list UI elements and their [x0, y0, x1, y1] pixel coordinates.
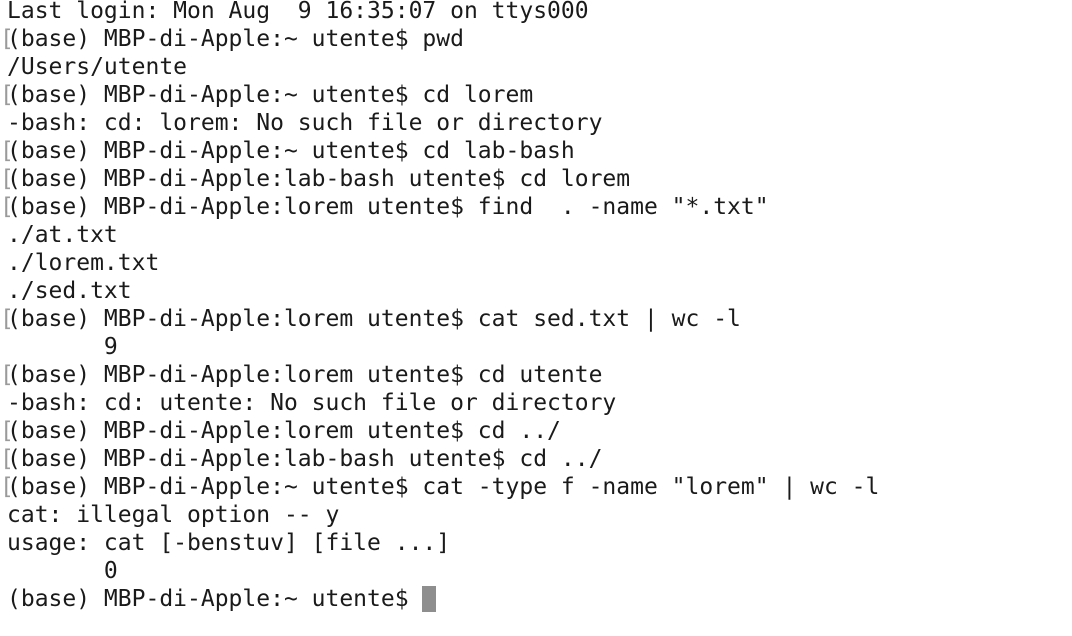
mark-bracket: [ — [0, 194, 14, 220]
line-text: 0 — [7, 558, 118, 584]
output-line: 0 — [7, 557, 1072, 585]
line-text: -bash: cd: lorem: No such file or direct… — [7, 110, 603, 136]
line-text: ./at.txt — [7, 222, 118, 248]
mark-bracket: [ — [0, 474, 14, 500]
command-line: [(base) MBP-di-Apple:lorem utente$ find … — [0, 193, 1072, 221]
command-line: [(base) MBP-di-Apple:~ utente$ cd lab-ba… — [0, 137, 1072, 165]
line-text: usage: cat [-benstuv] [file ...] — [7, 530, 451, 556]
output-line: ./lorem.txt — [7, 249, 1072, 277]
mark-bracket: [ — [0, 418, 14, 444]
output-line: -bash: cd: lorem: No such file or direct… — [7, 109, 1072, 137]
command-line: [(base) MBP-di-Apple:lorem utente$ cd ut… — [0, 361, 1072, 389]
line-text: Last login: Mon Aug 9 16:35:07 on ttys00… — [7, 0, 589, 24]
terminal-output: Last login: Mon Aug 9 16:35:07 on ttys00… — [0, 0, 1072, 613]
line-text: (base) MBP-di-Apple:lorem utente$ find .… — [7, 194, 769, 220]
mark-bracket: [ — [0, 362, 14, 388]
terminal-window[interactable]: Last login: Mon Aug 9 16:35:07 on ttys00… — [0, 0, 1072, 636]
output-line: cat: illegal option -- y — [7, 501, 1072, 529]
command-line: [(base) MBP-di-Apple:~ utente$ cat -type… — [0, 473, 1072, 501]
line-text: (base) MBP-di-Apple:lorem utente$ cat se… — [7, 306, 741, 332]
prompt-text: (base) MBP-di-Apple:~ utente$ — [7, 586, 423, 612]
mark-bracket: [ — [0, 26, 14, 52]
line-text: -bash: cd: utente: No such file or direc… — [7, 390, 617, 416]
output-line: -bash: cd: utente: No such file or direc… — [7, 389, 1072, 417]
line-text: (base) MBP-di-Apple:lorem utente$ cd ../ — [7, 418, 561, 444]
output-line: Last login: Mon Aug 9 16:35:07 on ttys00… — [7, 0, 1072, 25]
line-text: 9 — [7, 334, 118, 360]
line-text: (base) MBP-di-Apple:~ utente$ cd lorem — [7, 82, 534, 108]
mark-bracket: [ — [0, 166, 14, 192]
mark-bracket: [ — [0, 138, 14, 164]
command-line: [(base) MBP-di-Apple:lab-bash utente$ cd… — [0, 445, 1072, 473]
output-line: 9 — [7, 333, 1072, 361]
line-text: /Users/utente — [7, 54, 188, 80]
line-text: (base) MBP-di-Apple:lorem utente$ cd ute… — [7, 362, 603, 388]
output-line: usage: cat [-benstuv] [file ...] — [7, 529, 1072, 557]
command-line: [(base) MBP-di-Apple:~ utente$ cd lorem — [0, 81, 1072, 109]
command-line: [(base) MBP-di-Apple:~ utente$ pwd — [0, 25, 1072, 53]
mark-bracket: [ — [0, 82, 14, 108]
text-cursor — [422, 586, 437, 612]
command-line: [(base) MBP-di-Apple:lorem utente$ cat s… — [0, 305, 1072, 333]
mark-bracket: [ — [0, 446, 14, 472]
line-text: (base) MBP-di-Apple:~ utente$ cat -type … — [7, 474, 880, 500]
output-line: /Users/utente — [7, 53, 1072, 81]
command-line: [(base) MBP-di-Apple:lab-bash utente$ cd… — [0, 165, 1072, 193]
line-text: (base) MBP-di-Apple:lab-bash utente$ cd … — [7, 166, 631, 192]
command-line: [(base) MBP-di-Apple:lorem utente$ cd ..… — [0, 417, 1072, 445]
prompt-line[interactable]: (base) MBP-di-Apple:~ utente$ — [7, 585, 1072, 613]
line-text: ./lorem.txt — [7, 250, 160, 276]
line-text: (base) MBP-di-Apple:~ utente$ cd lab-bas… — [7, 138, 575, 164]
output-line: ./at.txt — [7, 221, 1072, 249]
output-line: ./sed.txt — [7, 277, 1072, 305]
line-text: (base) MBP-di-Apple:~ utente$ pwd — [7, 26, 464, 52]
line-text: cat: illegal option -- y — [7, 502, 340, 528]
line-text: (base) MBP-di-Apple:lab-bash utente$ cd … — [7, 446, 603, 472]
line-text: ./sed.txt — [7, 278, 132, 304]
mark-bracket: [ — [0, 306, 14, 332]
